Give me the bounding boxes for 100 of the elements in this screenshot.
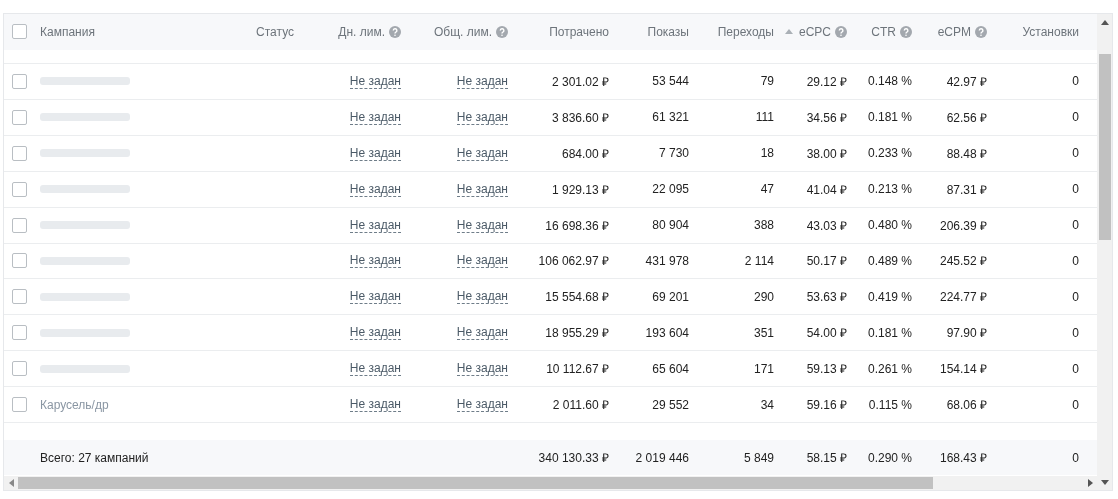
limit-link[interactable]: Не задан	[456, 361, 508, 377]
total-cell: 0.290 %	[867, 450, 912, 465]
help-icon[interactable]	[975, 25, 987, 38]
table-cell: 22 095	[652, 182, 689, 197]
table-cell: 193 604	[645, 325, 689, 340]
column-header[interactable]: Потрачено	[549, 24, 609, 39]
table-cell: 0	[1072, 182, 1079, 197]
table-cell: 0.233 %	[867, 146, 912, 161]
limit-link[interactable]: Не задан	[456, 325, 508, 341]
column-header[interactable]: Кампания	[40, 24, 95, 39]
checkbox[interactable]	[12, 217, 27, 233]
table-cell-text: 15 554.68 ₽	[545, 289, 609, 306]
table-cell: 0	[1072, 253, 1079, 268]
column-header[interactable]: eCPC	[799, 24, 831, 39]
table-cell-text: 41.04 ₽	[806, 181, 847, 198]
limit-link[interactable]: Не задан	[349, 109, 401, 125]
table-cell: 69 201	[652, 289, 689, 304]
table-cell-text: 97.90 ₽	[946, 325, 987, 342]
limit-link[interactable]: Не задан	[456, 145, 508, 161]
table-cell-text: 29.12 ₽	[806, 73, 847, 90]
checkbox[interactable]	[12, 73, 27, 89]
checkbox[interactable]	[12, 24, 27, 40]
table-cell: 0.419 %	[867, 289, 912, 304]
limit-link[interactable]: Не задан	[456, 217, 508, 233]
table-cell-text: 88.48 ₽	[946, 145, 987, 162]
table-cell-text: 34.56 ₽	[806, 109, 847, 126]
table-cell-text: 684.00 ₽	[561, 145, 609, 162]
column-header[interactable]: Установки	[1022, 24, 1079, 39]
table-cell-text: 87.31 ₽	[946, 181, 987, 198]
limit-link[interactable]: Не задан	[349, 289, 401, 305]
limit-link[interactable]: Не задан	[349, 361, 401, 377]
table-cell: 0.115 %	[868, 397, 912, 412]
help-icon[interactable]	[389, 25, 401, 38]
limit-link[interactable]: Не задан	[456, 73, 508, 89]
checkbox[interactable]	[12, 145, 27, 161]
column-header[interactable]: eCPM	[937, 24, 971, 39]
table-cell: 351	[753, 325, 774, 340]
help-icon[interactable]	[496, 25, 508, 38]
column-header[interactable]: CTR	[871, 24, 896, 39]
column-header[interactable]: Общ. лим.	[433, 24, 492, 39]
total-cell-text: 168.43 ₽	[939, 450, 987, 467]
limit-link[interactable]: Не задан	[349, 217, 401, 233]
table-cell: 0.489 %	[867, 253, 912, 268]
limit-link[interactable]: Не задан	[349, 73, 401, 89]
table-cell: 0	[1072, 74, 1079, 89]
table-cell-text: 106 062.97 ₽	[538, 253, 609, 270]
column-header[interactable]: Показы	[647, 24, 689, 39]
table-cell: 0	[1072, 218, 1079, 233]
column-header[interactable]: Переходы	[717, 24, 774, 39]
limit-link[interactable]: Не задан	[349, 253, 401, 269]
table-cell: 2 114	[744, 253, 774, 268]
table-cell: 0	[1072, 397, 1079, 412]
vertical-scrollbar[interactable]	[1097, 14, 1112, 490]
limit-link[interactable]: Не задан	[456, 289, 508, 305]
table-cell: 0.261 %	[867, 361, 912, 376]
table-cell: 0	[1072, 361, 1079, 376]
table-cell-text: 154.14 ₽	[939, 361, 987, 378]
table-cell-text: 206.39 ₽	[939, 217, 987, 234]
limit-link[interactable]: Не задан	[349, 145, 401, 161]
limit-link[interactable]: Не задан	[349, 397, 401, 413]
checkbox[interactable]	[12, 109, 27, 125]
table-cell: 171	[753, 361, 774, 376]
limit-link[interactable]: Не задан	[349, 325, 401, 341]
limit-link[interactable]: Не задан	[349, 181, 401, 197]
checkbox[interactable]	[12, 253, 27, 269]
table-cell: 0.148 %	[867, 74, 912, 89]
table-cell: 388	[753, 218, 774, 233]
table-cell: 290	[753, 289, 774, 304]
table-cell-text: 3 836.60 ₽	[551, 109, 609, 126]
table-cell: 80 904	[652, 218, 689, 233]
table-cell: 0.181 %	[867, 325, 912, 340]
column-header[interactable]: Дн. лим.	[338, 24, 385, 39]
checkbox[interactable]	[12, 181, 27, 197]
limit-link[interactable]: Не задан	[456, 397, 508, 413]
checkbox[interactable]	[12, 361, 27, 377]
table-cell-text: 224.77 ₽	[939, 289, 987, 306]
table-cell-text: 59.16 ₽	[806, 397, 847, 414]
column-header[interactable]: Статус	[256, 24, 294, 39]
limit-link[interactable]: Не задан	[456, 253, 508, 269]
limit-link[interactable]: Не задан	[456, 181, 508, 197]
table-cell: 79	[760, 74, 774, 89]
horizontal-scrollbar[interactable]	[4, 476, 1097, 490]
table-cell: 0.213 %	[867, 182, 912, 197]
limit-link[interactable]: Не задан	[456, 109, 508, 125]
table-cell-text: 10 112.67 ₽	[546, 361, 609, 378]
checkbox[interactable]	[12, 397, 27, 413]
total-label: Всего: 27 кампаний	[40, 450, 149, 465]
table-cell-text: 245.52 ₽	[939, 253, 987, 270]
table-cell: 0.181 %	[867, 110, 912, 125]
total-cell: 5 849	[743, 450, 774, 465]
table-cell: 0	[1072, 146, 1079, 161]
table-cell-text: 54.00 ₽	[806, 325, 847, 342]
table-cell-text: 62.56 ₽	[946, 109, 987, 126]
table-cell-text: 50.17 ₽	[806, 253, 847, 270]
help-icon[interactable]	[900, 25, 912, 38]
checkbox[interactable]	[12, 289, 27, 305]
checkbox[interactable]	[12, 325, 27, 341]
table-cell: 0	[1072, 325, 1079, 340]
table-cell-text: 42.97 ₽	[946, 73, 987, 90]
help-icon[interactable]	[835, 25, 847, 38]
